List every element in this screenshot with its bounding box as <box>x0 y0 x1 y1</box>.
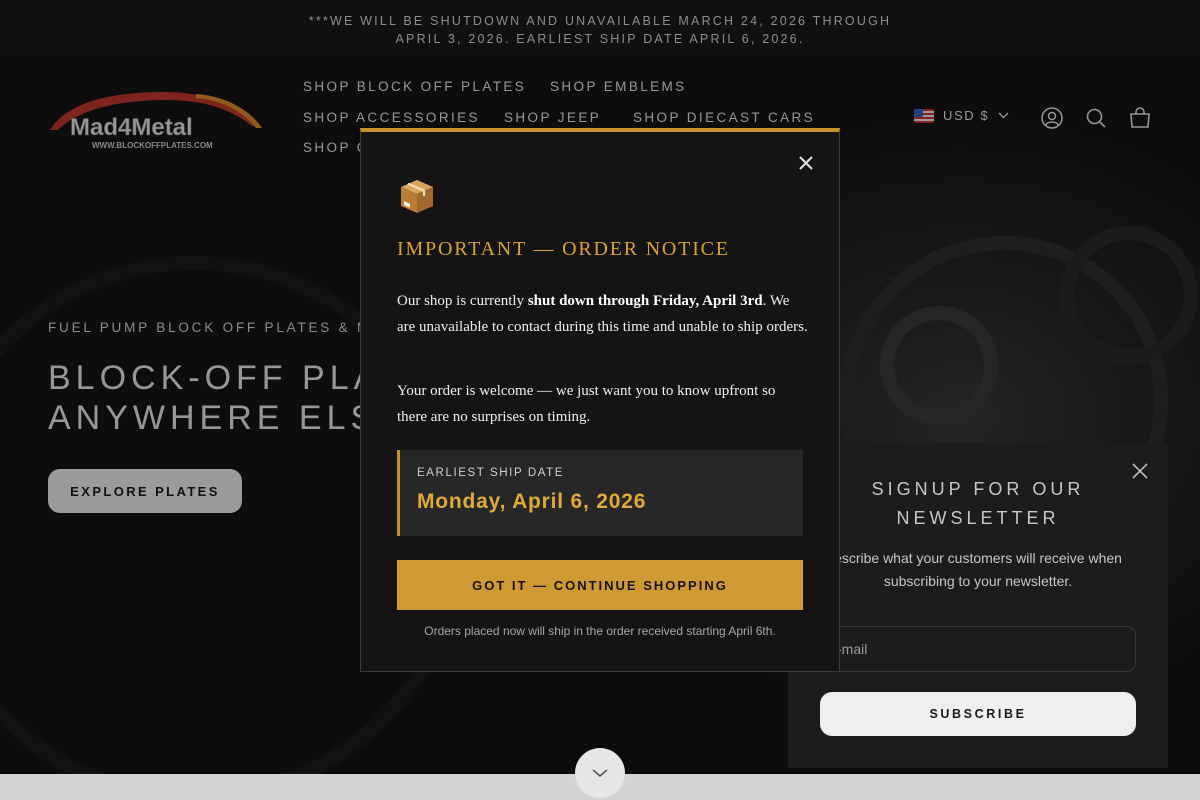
ship-date-box: EARLIEST SHIP DATE Monday, April 6, 2026 <box>397 450 803 536</box>
newsletter-title-line-2: NEWSLETTER <box>896 508 1060 528</box>
modal-p1-bold: shut down through Friday, April 3rd <box>527 293 763 309</box>
ship-date-value: Monday, April 6, 2026 <box>417 490 647 513</box>
modal-title: IMPORTANT — ORDER NOTICE <box>397 238 730 260</box>
modal-footnote: Orders placed now will ship in the order… <box>424 624 776 638</box>
scroll-down-button[interactable] <box>575 748 625 798</box>
newsletter-popup: SIGNUP FOR OUR NEWSLETTER escribe what y… <box>788 443 1168 768</box>
modal-close-icon[interactable] <box>797 154 815 172</box>
newsletter-title: SIGNUP FOR OUR NEWSLETTER <box>788 475 1168 533</box>
modal-p1-text: Our shop is currently <box>397 293 528 309</box>
newsletter-email-input[interactable] <box>820 626 1136 672</box>
modal-paragraph-welcome: Your order is welcome — we just want you… <box>397 383 776 425</box>
newsletter-desc-line-2: subscribing to your newsletter. <box>883 573 1073 589</box>
ship-date-label: EARLIEST SHIP DATE <box>417 467 565 479</box>
modal-paragraph-shutdown: Our shop is currently shut down through … <box>397 288 809 340</box>
newsletter-description: escribe what your customers will receive… <box>808 547 1148 593</box>
order-notice-modal: IMPORTANT — ORDER NOTICE Our shop is cur… <box>360 128 840 672</box>
package-icon <box>397 176 437 216</box>
newsletter-title-line-1: SIGNUP FOR OUR <box>871 479 1085 499</box>
chevron-down-icon <box>592 769 608 778</box>
continue-shopping-button[interactable]: GOT IT — CONTINUE SHOPPING <box>397 560 803 610</box>
subscribe-button[interactable]: SUBSCRIBE <box>820 692 1136 736</box>
newsletter-desc-line-1: escribe what your customers will receive… <box>834 550 1122 566</box>
